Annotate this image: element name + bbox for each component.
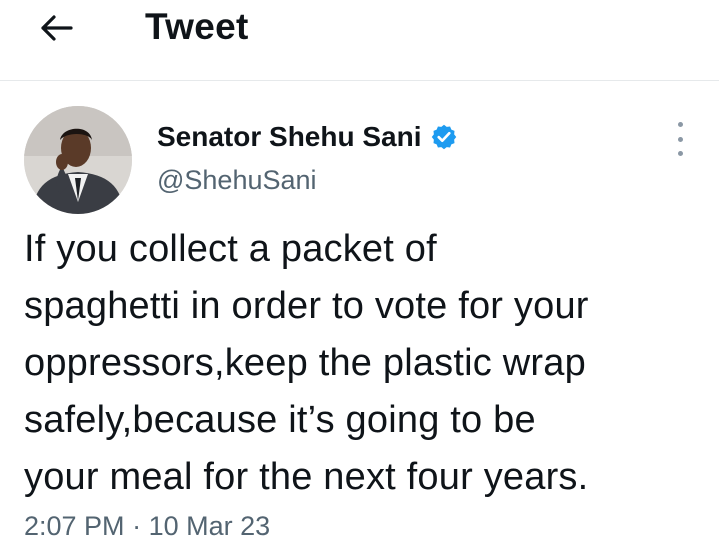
author-display-name: Senator Shehu Sani <box>157 121 422 152</box>
back-button[interactable] <box>34 8 78 48</box>
tweet-timestamp[interactable]: 2:07 PM · 10 Mar 23 <box>24 511 270 542</box>
verified-badge-icon <box>431 124 456 150</box>
more-options-button[interactable] <box>666 122 694 156</box>
top-bar: Tweet <box>0 0 719 81</box>
arrow-left-icon <box>41 15 73 41</box>
tweet-time: 2:07 PM <box>24 511 125 541</box>
avatar[interactable] <box>24 106 132 214</box>
page-title: Tweet <box>145 6 249 47</box>
author-name-row[interactable]: Senator Shehu Sani <box>157 121 458 153</box>
vertical-ellipsis-icon <box>677 122 683 127</box>
meta-separator: · <box>132 511 142 541</box>
author-handle[interactable]: @ShehuSani <box>157 165 317 196</box>
tweet-date: 10 Mar 23 <box>148 511 271 541</box>
tweet-text: If you collect a packet of spaghetti in … <box>24 228 589 498</box>
profile-photo <box>24 106 132 214</box>
